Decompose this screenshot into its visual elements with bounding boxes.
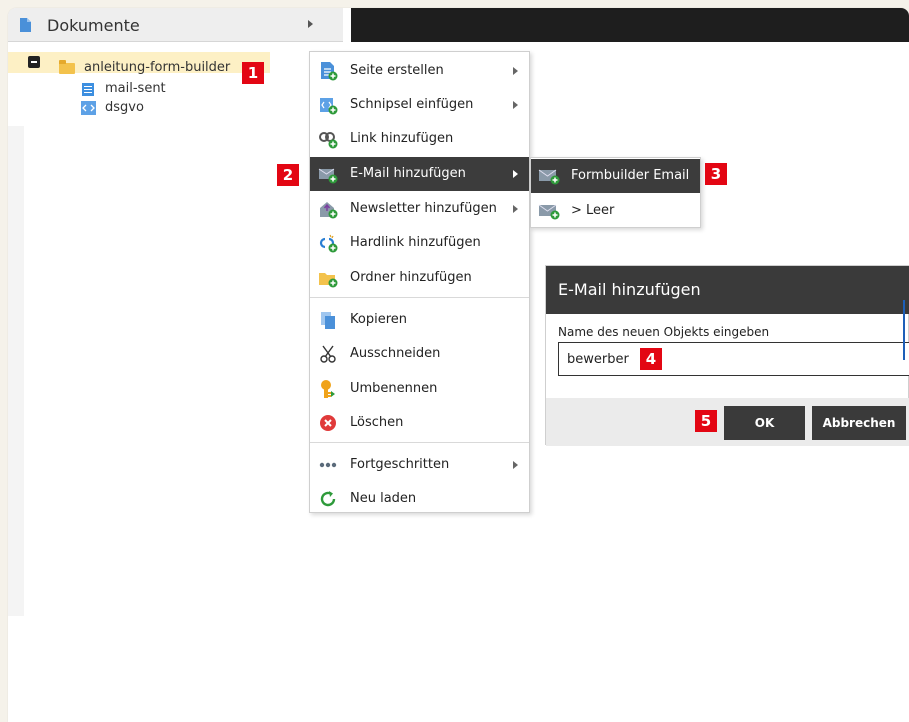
step-badge-2: 2 xyxy=(277,164,299,186)
cut-icon xyxy=(320,345,336,363)
ok-button[interactable]: OK xyxy=(724,406,805,440)
tree-label-dsgvo[interactable]: dsgvo xyxy=(105,100,144,115)
context-menu: Seite erstellen Schnipsel einfügen Link … xyxy=(309,51,530,513)
menu-item-hardlink-hinzufuegen[interactable]: Hardlink hinzufügen xyxy=(310,226,529,260)
menu-item-loeschen[interactable]: Löschen xyxy=(310,406,529,440)
folder-icon xyxy=(59,60,75,74)
submenu-arrow-icon xyxy=(513,461,518,469)
menu-item-fortgeschritten[interactable]: Fortgeschritten xyxy=(310,448,529,482)
top-bar xyxy=(351,8,909,42)
delete-icon xyxy=(320,415,336,431)
email-add-icon xyxy=(318,168,338,184)
menu-item-ordner-hinzufuegen[interactable]: Ordner hinzufügen xyxy=(310,261,529,295)
document-icon xyxy=(20,18,31,32)
menu-item-ausschneiden[interactable]: Ausschneiden xyxy=(310,337,529,371)
step-badge-5: 5 xyxy=(695,410,717,432)
copy-icon xyxy=(321,312,335,329)
tree-label-mail-sent[interactable]: mail-sent xyxy=(105,81,166,96)
tree-label-root[interactable]: anleitung-form-builder xyxy=(84,60,230,75)
dialog-title: E-Mail hinzufügen xyxy=(558,280,701,299)
more-dots-icon xyxy=(319,462,337,468)
link-add-icon xyxy=(319,132,338,149)
snippet-icon xyxy=(81,101,96,115)
step-badge-1: 1 xyxy=(242,62,264,84)
menu-item-umbenennen[interactable]: Umbenennen xyxy=(310,372,529,406)
step-badge-4: 4 xyxy=(640,348,662,370)
dialog-field-label: Name des neuen Objekts eingeben xyxy=(558,325,770,339)
focus-indicator xyxy=(903,300,905,360)
rename-key-icon xyxy=(321,380,335,398)
submenu-arrow-icon xyxy=(513,67,518,75)
document-icon xyxy=(82,83,94,96)
add-email-dialog: E-Mail hinzufügen Name des neuen Objekts… xyxy=(545,265,909,446)
folder-add-icon xyxy=(319,273,338,288)
email-add-icon xyxy=(538,204,560,220)
snippet-add-icon xyxy=(320,98,338,115)
documents-panel-header[interactable]: Dokumente xyxy=(8,8,343,42)
reload-icon xyxy=(320,491,336,507)
expand-arrow-icon[interactable] xyxy=(308,20,313,28)
menu-item-email-hinzufuegen[interactable]: E-Mail hinzufügen xyxy=(310,157,529,191)
menu-separator xyxy=(310,442,529,443)
step-badge-3: 3 xyxy=(705,163,727,185)
menu-item-seite-erstellen[interactable]: Seite erstellen xyxy=(310,54,529,88)
submenu-arrow-icon xyxy=(513,101,518,109)
menu-item-kopieren[interactable]: Kopieren xyxy=(310,303,529,337)
submenu-item-leer[interactable]: > Leer xyxy=(531,194,700,228)
menu-item-link-hinzufuegen[interactable]: Link hinzufügen xyxy=(310,122,529,156)
submenu-item-formbuilder-email[interactable]: Formbuilder Email xyxy=(531,159,700,193)
menu-item-neu-laden[interactable]: Neu laden xyxy=(310,482,529,516)
menu-separator xyxy=(310,297,529,298)
newsletter-add-icon xyxy=(320,202,338,219)
submenu-arrow-icon xyxy=(513,170,518,178)
email-submenu: Formbuilder Email > Leer xyxy=(530,157,701,228)
cancel-button[interactable]: Abbrechen xyxy=(812,406,906,440)
menu-item-newsletter-hinzufuegen[interactable]: Newsletter hinzufügen xyxy=(310,192,529,226)
panel-title: Dokumente xyxy=(47,16,140,35)
page-add-icon xyxy=(321,62,338,81)
panel-gutter xyxy=(8,126,24,616)
collapse-icon[interactable] xyxy=(28,56,40,68)
dialog-title-bar: E-Mail hinzufügen xyxy=(546,266,909,314)
email-add-icon xyxy=(538,169,560,185)
object-name-input[interactable] xyxy=(558,342,909,376)
menu-item-schnipsel-einfuegen[interactable]: Schnipsel einfügen xyxy=(310,88,529,122)
hardlink-add-icon xyxy=(319,234,338,253)
submenu-arrow-icon xyxy=(513,205,518,213)
